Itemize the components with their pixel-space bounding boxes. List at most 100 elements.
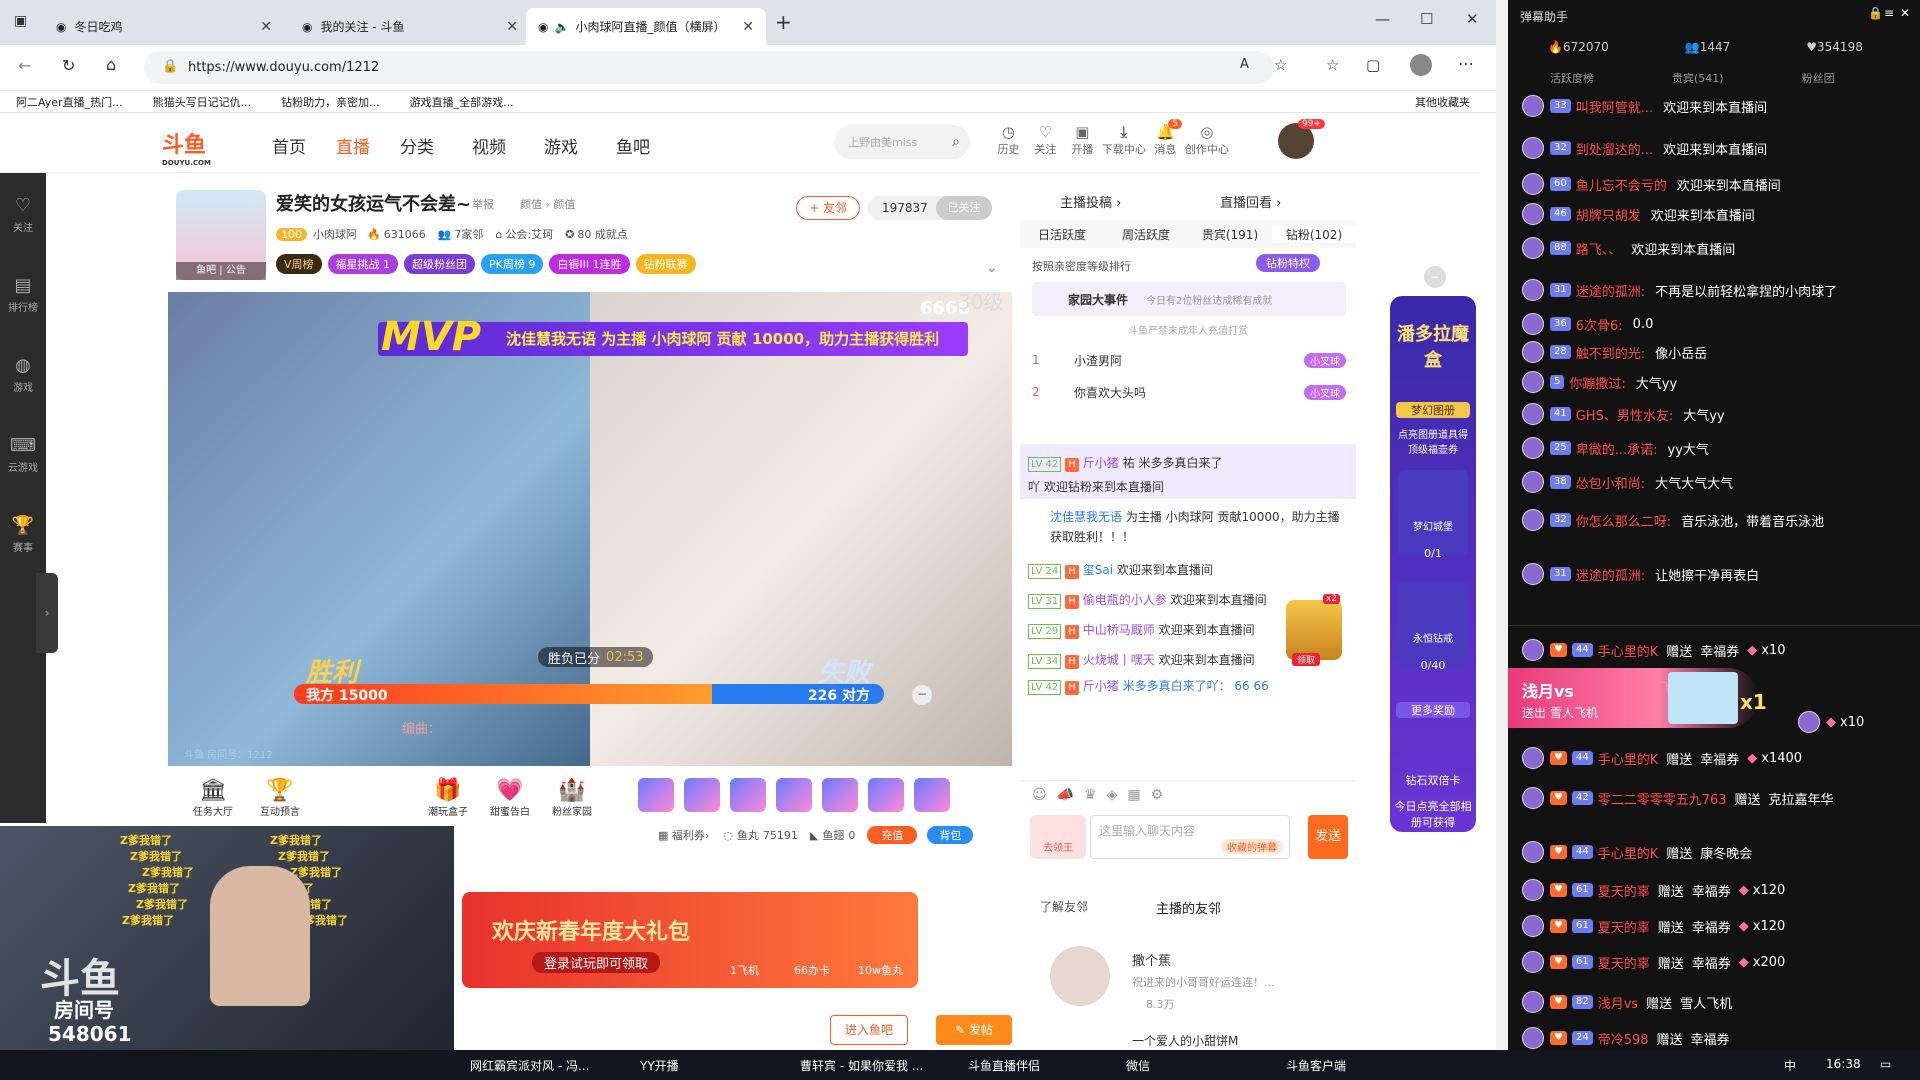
tab-daily[interactable]: 日活跃度	[1020, 226, 1104, 243]
helper-user[interactable]: 鱼儿忘不会亏的	[1576, 175, 1667, 194]
user-avatar[interactable]	[1522, 95, 1544, 117]
gift-item[interactable]	[730, 778, 766, 812]
user-avatar[interactable]	[1522, 991, 1544, 1013]
pill-silver[interactable]: 白银III 1连胜	[549, 254, 630, 274]
taskbar-item[interactable]: 网红霸宾派对风 - 冯...	[470, 1057, 589, 1074]
user-avatar[interactable]	[1522, 951, 1544, 973]
helper-user[interactable]: 怂包小和尚:	[1576, 473, 1645, 492]
message-button[interactable]: 🔔 消息 5	[1147, 119, 1184, 157]
shield-icon[interactable]: ◈	[1107, 787, 1118, 803]
gift-item[interactable]	[914, 778, 950, 812]
promo-item[interactable]: 永恒钻戒 0/40	[1398, 582, 1468, 672]
neighbors-count[interactable]: 7家邻	[454, 226, 483, 242]
favorite-danmu-button[interactable]: 收藏的弹幕	[1221, 839, 1283, 854]
ime-indicator[interactable]: 中	[1784, 1057, 1796, 1074]
chat-input[interactable]: 这里输入聊天内容 收藏的弹幕	[1090, 815, 1290, 859]
user-avatar[interactable]	[1522, 639, 1544, 661]
pill-superfan[interactable]: 超级粉丝团	[404, 254, 476, 274]
more-rewards-button[interactable]: 更多奖励	[1396, 702, 1470, 718]
tab-activity[interactable]: 活跃度榜	[1550, 70, 1594, 86]
prediction-button[interactable]: 🏆 互动预言	[252, 778, 308, 818]
bookmark[interactable]: 游戏直播_全部游戏...	[410, 94, 514, 110]
user-avatar[interactable]: 99+	[1278, 119, 1325, 159]
favorites-icon[interactable]: ☆	[1326, 56, 1339, 74]
helper-user[interactable]: 迷途的孤洲:	[1576, 565, 1645, 584]
refresh-icon[interactable]: ↻	[62, 56, 75, 75]
chat-tag-button[interactable]: 去领王	[1030, 815, 1086, 859]
helper-user[interactable]: 卑微的...承诺:	[1576, 439, 1658, 458]
anchor-name[interactable]: 小肉球阿	[313, 226, 357, 242]
lock-icon[interactable]: 🔒	[1868, 6, 1883, 20]
guild-name[interactable]: 艾珂	[531, 226, 553, 242]
helper-user[interactable]: 你蹦撒过:	[1569, 373, 1625, 392]
speaker-icon[interactable]: 🔈	[554, 20, 569, 34]
chat-user[interactable]: 偷电瓶的小人参	[1083, 593, 1167, 607]
sidebar-expand-handle[interactable]: ›	[36, 573, 58, 653]
friend-name[interactable]: 撒个蕉	[1132, 950, 1171, 969]
bookmark[interactable]: 钻粉助力，亲密加...	[281, 94, 380, 110]
sidebar-item-rank[interactable]: ▤ 排行榜	[0, 275, 46, 314]
promo-item[interactable]: 梦幻城堡 0/1	[1398, 470, 1468, 560]
nav-category[interactable]: 分类	[400, 133, 434, 158]
backpack-button[interactable]: 背包	[927, 826, 974, 844]
tab-diamond[interactable]: 钻粉(102)	[1272, 225, 1356, 243]
helper-user[interactable]: 胡牌只胡发	[1576, 205, 1641, 224]
history-button[interactable]: ◷ 历史	[990, 123, 1027, 157]
nav-fishbar[interactable]: 鱼吧	[616, 133, 650, 158]
task-hall-button[interactable]: 🏛 任务大厅	[188, 778, 238, 818]
user-avatar[interactable]	[1522, 403, 1544, 425]
url-input[interactable]: 🔒 https://www.douyu.com/1212	[144, 51, 1274, 84]
gift-item[interactable]	[868, 778, 904, 812]
helper-user[interactable]: 迷途的孤洲:	[1576, 281, 1645, 300]
helper-user[interactable]: 浅月vs	[1598, 993, 1638, 1012]
user-avatar[interactable]	[1522, 313, 1544, 335]
crown-icon[interactable]: ♛	[1084, 787, 1097, 803]
friend-avatar[interactable]	[1050, 946, 1110, 1006]
anchor-post-tab[interactable]: 主播投稿 ›	[1060, 192, 1121, 211]
menu-icon[interactable]: ≡	[1884, 6, 1894, 20]
achievement[interactable]: 80 成就点	[577, 226, 628, 242]
taskbar-item[interactable]: YY开播	[640, 1057, 679, 1074]
notification-icon[interactable]: ▭	[1880, 1057, 1891, 1071]
user-avatar[interactable]	[1522, 563, 1544, 585]
helper-user[interactable]: 手心里的K	[1598, 749, 1659, 768]
user-avatar[interactable]	[1522, 509, 1544, 531]
helper-user[interactable]: 夏天的辜	[1598, 953, 1650, 972]
settings-icon[interactable]: ⚙	[1151, 787, 1164, 803]
user-avatar[interactable]	[1522, 879, 1544, 901]
collapse-promo-icon[interactable]: −	[1424, 266, 1446, 288]
nav-video[interactable]: 视频	[472, 133, 506, 158]
tab-2[interactable]: ◉ 我的关注 - 斗鱼 ✕	[290, 8, 530, 45]
user-avatar[interactable]	[1798, 711, 1820, 733]
gift-item[interactable]	[822, 778, 858, 812]
replay-tab[interactable]: 直播回看 ›	[1220, 192, 1281, 211]
user-avatar[interactable]	[1522, 173, 1544, 195]
douyu-logo[interactable]: 斗鱼 DOUYU.COM	[162, 127, 211, 167]
close-icon[interactable]: ✕	[260, 19, 272, 35]
bookmark[interactable]: 阿二Ayer直播_热门...	[16, 94, 123, 110]
friend-name[interactable]: 一个爱人的小甜饼M	[1132, 1032, 1238, 1049]
go-live-button[interactable]: ▣ 开播	[1064, 123, 1101, 157]
gift-item[interactable]	[684, 778, 720, 812]
taskbar-item[interactable]: 微信	[1126, 1057, 1150, 1074]
bookmark[interactable]: 熊猫头写日记记仇...	[153, 94, 252, 110]
taskbar-item[interactable]: 曹轩宾 - 如果你爱我 ...	[800, 1057, 923, 1074]
send-button[interactable]: 发送	[1308, 815, 1348, 859]
bookmark-folder[interactable]: 其他收藏夹	[1415, 94, 1470, 110]
favorite-star-icon[interactable]: ☆	[1274, 56, 1287, 74]
new-tab-button[interactable]: +	[775, 10, 792, 34]
creator-button[interactable]: ◎ 创作中心	[1184, 123, 1230, 157]
collections-icon[interactable]: ▢	[1366, 56, 1380, 74]
neighbor-button[interactable]: + 友邻	[796, 196, 860, 220]
helper-user[interactable]: 你怎么那么二呀:	[1576, 511, 1671, 530]
user-avatar[interactable]	[1522, 841, 1544, 863]
minimize-button[interactable]: —	[1375, 10, 1390, 28]
read-aloud-icon[interactable]: A	[1240, 57, 1249, 72]
friends-tab-about[interactable]: 了解友邻	[1040, 898, 1088, 915]
category-link[interactable]: 颜值 › 颜值	[520, 196, 575, 212]
user-avatar[interactable]	[1522, 747, 1544, 769]
report-link[interactable]: 举报	[472, 196, 494, 212]
helper-user[interactable]: 叫我阿管就...	[1576, 97, 1653, 116]
helper-user[interactable]: 到处溜达的...	[1576, 139, 1653, 158]
chat-user[interactable]: 斤小猪	[1083, 456, 1119, 470]
